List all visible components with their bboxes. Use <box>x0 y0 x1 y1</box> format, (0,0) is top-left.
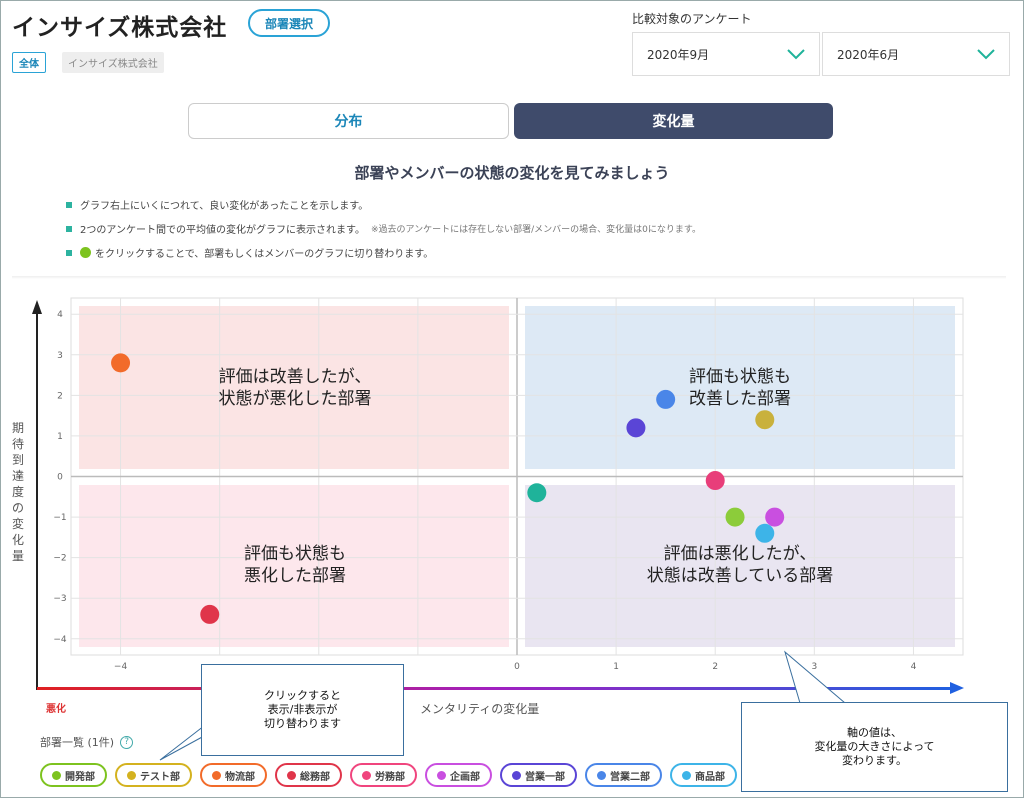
scatter-chart: −4 0 1 2 3 4 4 3 2 1 0 −1 −2 −3 −4 <box>32 297 964 694</box>
tag-all[interactable]: 全体 <box>12 52 46 73</box>
tab-distribution[interactable]: 分布 <box>188 103 509 139</box>
department-chip-label: 開発部 <box>65 771 95 783</box>
company-title: インサイズ株式会社 <box>12 15 228 41</box>
section-heading: 部署やメンバーの状態の変化を見てみましょう <box>354 164 670 182</box>
tab-change-amount[interactable]: 変化量 <box>514 103 833 139</box>
previous-survey-select[interactable]: 2020年6月 <box>822 32 1010 76</box>
department-list-title: 部署一覧 (1件)? <box>40 734 134 750</box>
x-tick-label: 2 <box>712 662 718 672</box>
y-axis-arrow <box>32 300 42 314</box>
x-axis-arrow <box>950 682 964 694</box>
department-color-dot <box>52 770 61 780</box>
x-tick-label: 4 <box>911 662 917 672</box>
data-point <box>111 353 131 373</box>
green-dot-icon <box>80 247 91 258</box>
y-axis-label: 期待到達度の変化量 <box>11 421 24 563</box>
data-point <box>725 507 745 527</box>
info-bullet: グラフ右上にいくにつれて、良い変化があったことを示します。 <box>66 197 368 212</box>
click-callout: クリックすると 表示/非表示が 切り替わります <box>201 664 404 756</box>
current-survey-value: 2020年9月 <box>647 47 710 62</box>
chevron-down-icon <box>977 49 995 60</box>
department-color-dot <box>362 770 371 780</box>
data-point <box>200 604 220 624</box>
y-tick-label: 3 <box>57 351 63 361</box>
compare-label: 比較対象のアンケート <box>632 12 752 26</box>
tag-company[interactable]: インサイズ株式会社 <box>62 52 164 73</box>
bullet-text: グラフ右上にいくにつれて、良い変化があったことを示します。 <box>80 201 369 212</box>
data-point <box>705 471 725 491</box>
info-bullet: 2つのアンケート間での平均値の変化がグラフに表示されます。 ※過去のアンケートには… <box>66 221 701 236</box>
department-chip-label: 商品部 <box>695 771 725 783</box>
department-chip[interactable]: 企画部 <box>425 763 492 787</box>
department-color-dot <box>512 770 521 780</box>
x-tick-label: −4 <box>114 662 128 672</box>
quadrant-label-bottom-right: 評価は悪化したが、 状態は改善している部署 <box>646 544 834 586</box>
quadrant-label-top-left: 評価は改善したが、 状態が悪化した部署 <box>218 367 372 409</box>
x-tick-label: 0 <box>514 662 520 672</box>
help-icon[interactable]: ? <box>120 735 134 749</box>
department-chip-label: 営業二部 <box>610 771 650 783</box>
department-chip[interactable]: 商品部 <box>670 763 737 787</box>
data-point <box>755 410 775 430</box>
data-point <box>626 418 646 438</box>
bullet-marker <box>66 249 72 256</box>
axis-callout: 軸の値は、 変化量の大きさによって 変わります。 <box>741 702 1008 792</box>
axis-left-label: 悪化 <box>46 704 66 715</box>
bullet-marker <box>66 225 72 232</box>
department-chip-label: テスト部 <box>140 771 180 783</box>
y-tick-label: −2 <box>53 554 66 564</box>
bullet-text: をクリックすることで、部署もしくはメンバーのグラフに切り替わります。 <box>95 249 434 260</box>
current-survey-select[interactable]: 2020年9月 <box>632 32 820 76</box>
x-axis-line <box>37 687 953 690</box>
department-chip-label: 企画部 <box>450 771 480 783</box>
department-color-dot <box>287 770 296 780</box>
chevron-down-icon <box>787 49 805 60</box>
department-chip[interactable]: 営業二部 <box>585 763 662 787</box>
department-chip-label: 物流部 <box>225 771 255 783</box>
department-chip-label: 営業一部 <box>525 771 565 783</box>
department-chip[interactable]: 開発部 <box>40 763 107 787</box>
quadrant-label-bottom-left: 評価も状態も 悪化した部署 <box>244 544 346 586</box>
previous-survey-value: 2020年6月 <box>837 47 900 62</box>
x-tick-label: 1 <box>613 662 619 672</box>
bullet-text: 2つのアンケート間での平均値の変化がグラフに表示されます。 <box>80 225 365 236</box>
y-tick-label: −1 <box>53 513 66 523</box>
data-point <box>755 523 775 543</box>
y-tick-label: −3 <box>53 594 66 604</box>
department-color-dot <box>682 770 691 780</box>
y-tick-label: 4 <box>57 310 63 320</box>
department-color-dot <box>212 770 221 780</box>
x-axis-label: メンタリティの変化量 <box>420 702 540 716</box>
department-chips: 開発部 テスト部 物流部 総務部 労務部 企画部 営業一部 営業二部 商品部 <box>40 763 737 787</box>
data-point <box>765 507 785 527</box>
department-color-dot <box>597 770 606 780</box>
department-chip[interactable]: テスト部 <box>115 763 192 787</box>
department-color-dot <box>437 770 446 780</box>
y-tick-label: −4 <box>53 635 67 645</box>
department-chip-label: 労務部 <box>375 771 405 783</box>
department-chip[interactable]: 総務部 <box>275 763 342 787</box>
info-bullet: をクリックすることで、部署もしくはメンバーのグラフに切り替わります。 <box>66 245 433 260</box>
y-tick-label: 1 <box>57 432 63 442</box>
quadrant-label-top-right: 評価も状態も 改善した部署 <box>689 367 791 409</box>
divider <box>12 276 1006 279</box>
department-chip-label: 総務部 <box>300 771 330 783</box>
department-chip[interactable]: 労務部 <box>350 763 417 787</box>
department-chip[interactable]: 物流部 <box>200 763 267 787</box>
x-tick-label: 3 <box>811 662 817 672</box>
department-chip[interactable]: 営業一部 <box>500 763 577 787</box>
department-select-button[interactable]: 部署選択 <box>248 9 330 37</box>
y-tick-label: 0 <box>57 473 63 483</box>
y-tick-label: 2 <box>57 391 63 401</box>
bullet-marker <box>66 201 72 208</box>
department-color-dot <box>127 770 136 780</box>
bullet-note: ※過去のアンケートには存在しない部署/メンバーの場合、変化量は0になります。 <box>370 225 702 235</box>
data-point <box>527 483 547 503</box>
